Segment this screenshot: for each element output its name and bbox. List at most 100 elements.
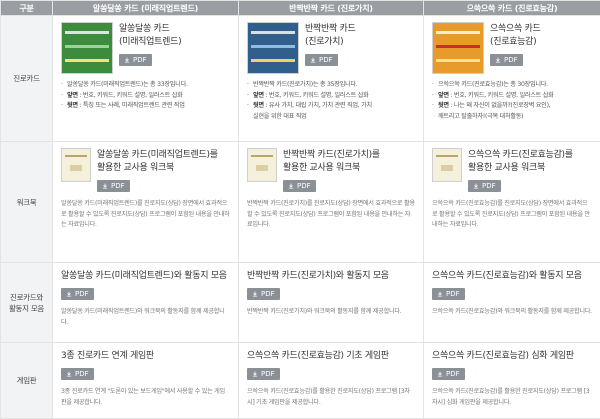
pdf-label: PDF [133,56,147,64]
download-icon [288,183,294,189]
item-title: 3종 진로카드 연계 게임판 [61,351,230,362]
intro-text: 반짝반짝 카드(진로가치)는 총 35장입니다. [247,80,415,91]
back-value: : 유사 가치, 대립 가치, 가치 관련 직업, 가치 [264,102,372,109]
workbook-thumbnail[interactable] [247,148,277,182]
list-item: 반짝반짝 카드(진로가치)와 활동지 모음 PDF 반짝반짝 카드(진로가치)와… [239,263,424,343]
item-title: 으쓱으쓱 카드 [490,24,540,35]
item-subtitle: (진로효능감) [490,37,540,48]
pdf-label: PDF [111,182,125,190]
download-icon [437,291,443,297]
item-title: 반짝반짝 카드(진로가치)를 [283,150,380,161]
workbook-thumbnail[interactable] [61,148,91,182]
card-thumbnail[interactable] [247,22,299,74]
download-icon [66,291,72,297]
item-description: 으쓱으쓱 카드(진로효능감)와 워크북의 활동지를 함께 제공합니다. [432,307,592,318]
item-description: 반짝반짝 카드(진로가치)와 워크북의 활동지를 함께 제공합니다. [247,307,415,318]
pdf-label: PDF [446,290,460,298]
download-icon [102,183,108,189]
workbook-thumbnail[interactable] [432,148,462,182]
item-description: 알쏭달쏭 카드(미래직업트렌드)와 워크북의 활동지를 함께 제공합니다. [61,307,230,328]
card-thumbnail[interactable] [432,22,484,74]
header-col-1: 알쏭달쏭 카드 (미래직업트렌드) [53,1,239,16]
download-icon [66,371,72,377]
download-icon [437,371,443,377]
pdf-label: PDF [261,370,275,378]
table-row: 워크북 알쏭달쏭 카드(미래직업트렌드)를 활용한 교사용 워크북 PDF [1,142,600,263]
row-label: 게임판 [1,343,53,419]
pdf-label: PDF [261,290,275,298]
header-col-3: 으쓱으쓱 카드 (진로효능감) [424,1,600,16]
row-label-line1: 진로카드와 [10,293,43,302]
pdf-download-button[interactable]: PDF [283,180,316,192]
back-value: : 특징 또는 사례, 미래직업트렌드 관련 직업 [78,102,185,109]
pdf-label: PDF [75,370,89,378]
item-title: 으쓱으쓱 카드(진로효능감)와 활동지 모음 [432,271,592,282]
front-key: 앞면 [67,92,78,99]
item-title: 으쓱으쓱 카드(진로효능감)를 [468,150,573,161]
list-item: 으쓱으쓱 카드(진로효능감) 심화 게임판 PDF 으쓱으쓱 카드(진로효능감)… [424,343,600,419]
pdf-label: PDF [446,370,460,378]
front-value: : 번호, 키워드, 키워드 설명, 일러스트 삽화 [78,92,183,99]
item-description: 으쓱으쓱 카드(진로효능감)를 진로지도(상담) 장면에서 효과적으로 활용할 … [432,199,592,231]
item-title: 알쏭달쏭 카드(미래직업트렌드)를 [97,150,218,161]
pdf-download-button[interactable]: PDF [247,288,280,300]
header-col-2: 반짝반짝 카드 (진로가치) [239,1,424,16]
list-item: 3종 진로카드 연계 게임판 PDF 3종 진로카드 연계 "도론이 있는 보드… [53,343,239,419]
download-icon [473,183,479,189]
back-value-cont: 실현을 위한 대표 직업 [253,113,307,120]
row-label-line2: 활동지 모음 [9,304,44,313]
item-subtitle: 활용한 교사용 워크북 [97,163,218,174]
list-item: 반짝반짝 카드(진로가치)를 활용한 교사용 워크북 PDF 반짝반짝 카드(진… [239,142,424,263]
item-title: 알쏭달쏭 카드 [119,24,181,35]
list-item: 반짝반짝 카드 (진로가치) PDF 반짝반짝 카드(진로가치)는 총 35장입… [239,16,424,142]
download-icon [252,371,258,377]
download-icon [310,57,316,63]
pdf-download-button[interactable]: PDF [97,180,130,192]
pdf-download-button[interactable]: PDF [305,54,338,66]
list-item: 으쓱으쓱 카드(진로효능감)를 활용한 교사용 워크북 PDF 으쓱으쓱 카드(… [424,142,600,263]
pdf-download-button[interactable]: PDF [61,368,94,380]
front-key: 앞면 [438,92,449,99]
download-icon [495,57,501,63]
pdf-label: PDF [319,56,333,64]
item-description: 3종 진로카드 연계 "도론이 있는 보드게임"에서 사용할 수 있는 게임판을… [61,387,230,408]
list-item: 으쓱으쓱 카드(진로효능감)와 활동지 모음 PDF 으쓱으쓱 카드(진로효능감… [424,263,600,343]
pdf-label: PDF [504,56,518,64]
item-title: 알쏭달쏭 카드(미래직업트렌드)와 활동지 모음 [61,271,230,282]
item-subtitle: (진로가치) [305,37,355,48]
item-description: 알쏭달쏭 카드(미래직업트렌드)를 진로지도(상담) 장면에서 효과적으로 활용… [61,199,230,231]
list-item: 으쓱으쓱 카드 (진로효능감) PDF 으쓱으쓱 카드(진로효능감)는 총 30… [424,16,600,142]
pdf-download-button[interactable]: PDF [432,368,465,380]
download-icon [252,291,258,297]
pdf-download-button[interactable]: PDF [247,368,280,380]
table-row: 진로카드 알쏭달쏭 카드 (미래직업트렌드) PDF [1,16,600,142]
pdf-download-button[interactable]: PDF [432,288,465,300]
back-key: 뒷면 [253,102,264,109]
pdf-label: PDF [482,182,496,190]
header-category: 구분 [1,1,53,16]
item-description: 으쓱으쓱 카드(진로효능감)를 활용한 진로지도(상담) 프로그램 [3차시] … [247,387,415,408]
list-item: 알쏭달쏭 카드 (미래직업트렌드) PDF 알쏭달쏭 카드(미래직업트렌드)는 … [53,16,239,142]
list-item: 알쏭달쏭 카드(미래직업트렌드)와 활동지 모음 PDF 알쏭달쏭 카드(미래직… [53,263,239,343]
item-subtitle: (미래직업트렌드) [119,37,181,48]
card-thumbnail[interactable] [61,22,113,74]
table-row: 진로카드와 활동지 모음 알쏭달쏭 카드(미래직업트렌드)와 활동지 모음 PD… [1,263,600,343]
intro-text: 으쓱으쓱 카드(진로효능감)는 총 30장입니다. [432,80,592,91]
item-description: 으쓱으쓱 카드(진로효능감)를 활용한 진로지도(상담) 프로그램 [3차시] … [432,387,592,408]
pdf-download-button[interactable]: PDF [119,54,152,66]
pdf-download-button[interactable]: PDF [490,54,523,66]
front-value: : 번호, 키워드, 키워드 설명, 일러스트 삽화 [264,92,369,99]
row-label: 진로카드 [1,16,53,142]
item-title: 반짝반짝 카드 [305,24,355,35]
back-key: 뒷면 [438,102,449,109]
front-value: : 번호, 키워드, 키워드 설명, 일러스트 삽화 [449,92,554,99]
item-title: 으쓱으쓱 카드(진로효능감) 심화 게임판 [432,351,592,362]
item-subtitle: 활용한 교사용 워크북 [283,163,380,174]
pdf-download-button[interactable]: PDF [468,180,501,192]
back-value-cont: 깨트리고 탈출하자!(극복 대처활동) [438,113,523,120]
table-header-row: 구분 알쏭달쏭 카드 (미래직업트렌드) 반짝반짝 카드 (진로가치) 으쓱으쓱… [1,1,600,16]
item-subtitle: 활용한 교사용 워크북 [468,163,573,174]
pdf-label: PDF [297,182,311,190]
pdf-download-button[interactable]: PDF [61,288,94,300]
materials-table: 구분 알쏭달쏭 카드 (미래직업트렌드) 반짝반짝 카드 (진로가치) 으쓱으쓱… [0,0,600,419]
